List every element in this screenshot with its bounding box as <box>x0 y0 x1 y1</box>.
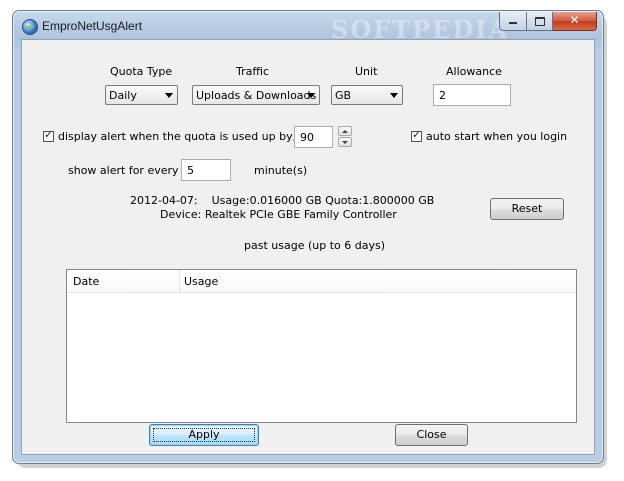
interval-input[interactable]: 5 <box>181 159 231 181</box>
check-icon: ✓ <box>44 128 54 141</box>
interval-unit-label: minute(s) <box>254 164 308 177</box>
quota-type-select[interactable]: Daily <box>105 85 178 105</box>
unit-label: Unit <box>355 65 378 78</box>
unit-select[interactable]: GB <box>331 85 403 105</box>
close-window-button[interactable]: ✕ <box>553 12 597 31</box>
check-icon: ✓ <box>412 128 422 141</box>
maximize-icon <box>535 17 545 26</box>
arrow-up-icon <box>342 130 348 133</box>
unit-value: GB <box>335 89 352 102</box>
column-header-date[interactable]: Date <box>73 275 99 288</box>
percent-spinner[interactable] <box>338 126 352 148</box>
percent-input[interactable]: 90 <box>294 126 333 148</box>
list-header: Date Usage <box>67 270 576 293</box>
focus-rect <box>153 428 255 442</box>
usage-history-list[interactable]: Date Usage <box>66 269 577 423</box>
percent-value: 90 <box>300 131 314 144</box>
maximize-button[interactable] <box>527 12 553 31</box>
spin-down-button[interactable] <box>338 137 352 147</box>
minimize-icon <box>509 22 517 24</box>
allowance-label: Allowance <box>446 65 502 78</box>
interval-value: 5 <box>187 164 194 177</box>
traffic-label: Traffic <box>236 65 270 78</box>
spin-up-button[interactable] <box>338 126 352 136</box>
arrow-down-icon <box>342 141 348 144</box>
quota-type-label: Quota Type <box>110 65 173 78</box>
auto-start-checkbox[interactable]: ✓ <box>411 128 422 142</box>
display-alert-checkbox[interactable]: ✓ <box>43 128 54 142</box>
quota-type-value: Daily <box>109 89 137 102</box>
allowance-input[interactable]: 2 <box>433 84 511 106</box>
apply-button[interactable]: Apply <box>149 424 259 446</box>
window-controls: ✕ <box>499 12 597 31</box>
traffic-value: Uploads & Downloads <box>196 89 317 102</box>
past-usage-title: past usage (up to 6 days) <box>244 239 385 252</box>
dialog-body: Quota Type Traffic Unit Allowance Daily … <box>21 39 595 455</box>
display-alert-label: display alert when the quota is used up … <box>58 130 311 143</box>
chevron-down-icon <box>390 93 398 98</box>
close-button[interactable]: Close <box>395 424 468 446</box>
globe-icon[interactable] <box>22 19 38 35</box>
app-window: EmproNetUsgAlert SOFTPEDIA ✕ Quota Type … <box>12 10 604 464</box>
close-icon: ✕ <box>569 13 580 27</box>
device-status-text: Device: Realtek PCIe GBE Family Controll… <box>160 208 397 221</box>
allowance-value: 2 <box>439 89 446 102</box>
title-bar[interactable]: EmproNetUsgAlert SOFTPEDIA ✕ <box>13 11 603 44</box>
usage-status-text: 2012-04-07: Usage:0.016000 GB Quota:1.80… <box>130 194 435 207</box>
traffic-select[interactable]: Uploads & Downloads <box>192 85 320 105</box>
column-divider[interactable] <box>179 270 180 292</box>
show-every-label: show alert for every <box>68 164 179 177</box>
window-title: EmproNetUsgAlert <box>42 19 143 33</box>
chevron-down-icon <box>307 93 315 98</box>
chevron-down-icon <box>165 93 173 98</box>
minimize-button[interactable] <box>499 12 527 31</box>
column-header-usage[interactable]: Usage <box>184 275 218 288</box>
auto-start-label: auto start when you login <box>426 130 568 143</box>
reset-button[interactable]: Reset <box>490 198 564 220</box>
